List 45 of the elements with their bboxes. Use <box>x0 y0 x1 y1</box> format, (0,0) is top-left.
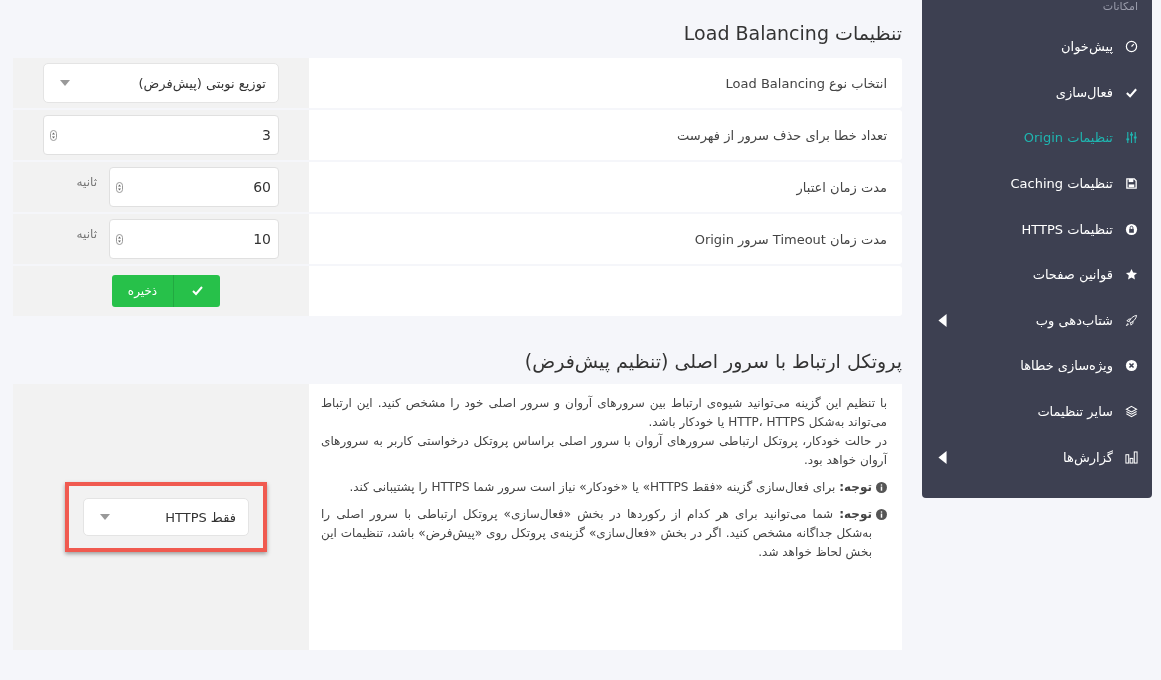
sidebar-item[interactable]: تنظیمات Caching <box>922 160 1138 207</box>
sidebar-heading: امکانات <box>1101 0 1138 14</box>
info-icon <box>876 482 887 493</box>
spinner-icon[interactable] <box>116 233 123 245</box>
sidebar-item[interactable]: فعال‌سازی <box>922 69 1138 116</box>
info-icon <box>876 509 887 520</box>
section-title: پروتکل ارتباط با سرور اصلی (تنظیم پیش‌فرض) <box>523 350 902 372</box>
lock-icon <box>1125 222 1138 236</box>
sidebar-item[interactable]: قوانین صفحات <box>922 251 1138 298</box>
number-field[interactable]: 60 <box>109 167 279 207</box>
close-circle-icon <box>1125 359 1138 373</box>
caret-icon <box>100 514 110 520</box>
sidebar-item[interactable]: ویژه‌سازی خطاها <box>922 343 1138 389</box>
note-text: توجه: شما می‌توانید برای هر کدام از رکوردها در بخش «فعال‌سازی» پروتکل ارتباطی با سرور اصلی را به‌شکل جداگانه مشخص کنید. اگر در بخش «فعال‌سازی» گزینه‌ی پروتکل روی «پیش‌فرض» باشد، تنظیمات این بخش لحاظ خواهد شد. <box>321 506 872 562</box>
select-dropdown[interactable]: فقط HTTPS <box>83 498 249 536</box>
sidebar-item[interactable]: تنظیمات HTTPS <box>922 206 1138 252</box>
spinner-icon[interactable] <box>116 181 123 193</box>
unit-label: ثانیه <box>76 227 97 241</box>
sidebar-item[interactable]: گزارش‌ها <box>922 434 1138 480</box>
sidebar-item[interactable]: تنظیمات Origin <box>922 115 1138 161</box>
bar-chart-icon <box>1125 450 1138 464</box>
sidebar-item[interactable]: پیش‌خوان <box>922 24 1138 70</box>
note-text: توجه: برای فعال‌سازی گزینه «فقط HTTPS» یا «خودکار» نیاز است سرور شما HTTPS را پشتیبانی کند. <box>349 479 872 497</box>
field-label: انتخاب نوع Load Balancing <box>309 58 902 108</box>
caret-icon <box>60 80 70 86</box>
gauge-icon <box>1125 40 1138 54</box>
description-text: با تنظیم این گزینه می‌توانید شیوه‌ی ارتباط بین سرورهای آروان و سرور اصلی خود را مشخص کنید. این ارتباط می‌تواند به‌شکل HTTP، HTTPS یا خودکار باشد. <box>321 394 887 432</box>
section-title: تنظیمات Load Balancing <box>682 22 902 44</box>
sidebar-item[interactable]: سایر تنظیمات <box>922 388 1138 435</box>
description-text: در حالت خودکار، پروتکل ارتباطی سرورهای آروان با سرور اصلی براساس پروتکل درخواستی کاربر به سرورهای آروان خواهد بود. <box>321 432 887 470</box>
field-label: مدت زمان Timeout سرور Origin <box>309 214 902 264</box>
number-field[interactable]: 3 <box>43 115 279 155</box>
check-icon <box>191 286 203 296</box>
field-label: مدت زمان اعتبار <box>309 162 902 212</box>
layers-icon <box>1125 405 1138 419</box>
floppy-icon <box>1125 177 1138 191</box>
unit-label: ثانیه <box>76 175 97 189</box>
select-dropdown[interactable]: توزیع نوبتی (پیش‌فرض) <box>43 63 279 103</box>
sliders-icon <box>1125 131 1138 145</box>
rocket-icon <box>1125 313 1138 327</box>
star-icon <box>1125 268 1138 282</box>
spinner-icon[interactable] <box>50 129 57 141</box>
field-label: تعداد خطا برای حذف سرور از فهرست <box>309 110 902 160</box>
sidebar-item[interactable]: شتاب‌دهی وب <box>922 297 1138 344</box>
number-field[interactable]: 10 <box>109 219 279 259</box>
